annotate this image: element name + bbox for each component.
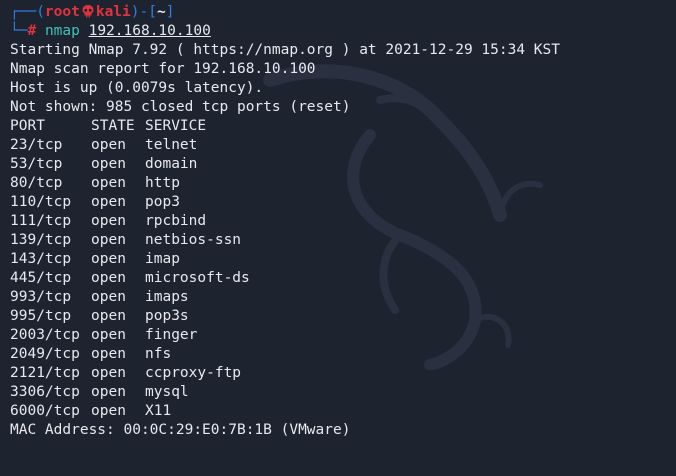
terminal-window[interactable]: ┌──(root kali)-[~] └─# nmap 192.168.10.10… bbox=[0, 0, 676, 476]
port-cell: 3306/tcp bbox=[10, 384, 80, 400]
state-cell: open bbox=[91, 308, 126, 324]
state-cell: open bbox=[91, 270, 126, 286]
state-cell: open bbox=[91, 175, 126, 191]
table-row: 143/tcp open imap bbox=[10, 250, 676, 269]
state-cell: open bbox=[91, 137, 126, 153]
service-cell: pop3s bbox=[145, 308, 189, 324]
port-cell: 23/tcp bbox=[10, 137, 63, 153]
state-cell: open bbox=[91, 289, 126, 305]
service-cell: finger bbox=[145, 327, 198, 343]
output-line: Not shown: 985 closed tcp ports (reset) bbox=[10, 99, 351, 115]
table-row: 2003/tcp open finger bbox=[10, 326, 676, 345]
table-row: 80/tcp open http bbox=[10, 174, 676, 193]
port-table-header: PORT STATE SERVICE bbox=[10, 117, 676, 136]
state-cell: open bbox=[91, 156, 126, 172]
output-line: Starting Nmap 7.92 ( https://nmap.org ) … bbox=[10, 42, 560, 58]
table-row: 2121/tcp open ccproxy-ftp bbox=[10, 364, 676, 383]
state-cell: open bbox=[91, 403, 126, 419]
prompt-close-bracket: ] bbox=[165, 4, 175, 20]
header-service: SERVICE bbox=[145, 118, 207, 134]
service-cell: netbios-ssn bbox=[145, 232, 242, 248]
service-cell: X11 bbox=[145, 403, 172, 419]
port-cell: 111/tcp bbox=[10, 213, 72, 229]
service-cell: imaps bbox=[145, 289, 189, 305]
port-cell: 995/tcp bbox=[10, 308, 72, 324]
header-state: STATE bbox=[91, 118, 135, 134]
header-port: PORT bbox=[10, 118, 45, 134]
service-cell: telnet bbox=[145, 137, 198, 153]
table-row: 110/tcp open pop3 bbox=[10, 193, 676, 212]
service-cell: http bbox=[145, 175, 180, 191]
output-line: Nmap scan report for 192.168.10.100 bbox=[10, 61, 316, 77]
state-cell: open bbox=[91, 365, 126, 381]
table-row: 111/tcp open rpcbind bbox=[10, 212, 676, 231]
service-cell: nfs bbox=[145, 346, 172, 362]
prompt-line2-prefix: └─ bbox=[10, 23, 28, 39]
service-cell: imap bbox=[145, 251, 180, 267]
port-cell: 80/tcp bbox=[10, 175, 63, 191]
prompt-line-2: └─# nmap 192.168.10.100 bbox=[10, 22, 676, 41]
prompt-dir: ~ bbox=[156, 4, 166, 20]
port-cell: 110/tcp bbox=[10, 194, 72, 210]
table-row: 53/tcp open domain bbox=[10, 155, 676, 174]
table-row: 993/tcp open imaps bbox=[10, 288, 676, 307]
table-row: 3306/tcp open mysql bbox=[10, 383, 676, 402]
service-cell: ccproxy-ftp bbox=[145, 365, 242, 381]
table-row: 445/tcp open microsoft-ds bbox=[10, 269, 676, 288]
prompt-host: kali bbox=[95, 4, 131, 20]
table-row: 6000/tcp open X11 bbox=[10, 402, 676, 421]
state-cell: open bbox=[91, 194, 126, 210]
state-cell: open bbox=[91, 232, 126, 248]
prompt-mid: )-[ bbox=[130, 4, 157, 20]
port-cell: 2121/tcp bbox=[10, 365, 80, 381]
service-cell: domain bbox=[145, 156, 198, 172]
state-cell: open bbox=[91, 384, 126, 400]
state-cell: open bbox=[91, 213, 126, 229]
prompt-open-bracket: ┌──( bbox=[10, 4, 45, 20]
service-cell: mysql bbox=[145, 384, 189, 400]
prompt-user: root bbox=[44, 4, 80, 20]
state-cell: open bbox=[91, 251, 126, 267]
port-cell: 2049/tcp bbox=[10, 346, 80, 362]
port-cell: 139/tcp bbox=[10, 232, 72, 248]
table-row: 139/tcp open netbios-ssn bbox=[10, 231, 676, 250]
port-cell: 445/tcp bbox=[10, 270, 72, 286]
port-cell: 143/tcp bbox=[10, 251, 72, 267]
port-table-body: 23/tcp open telnet 53/tcp open domain 80/tcp op… bbox=[10, 136, 676, 421]
prompt-line-1: ┌──(root kali)-[~] bbox=[10, 3, 676, 22]
table-row: 995/tcp open pop3s bbox=[10, 307, 676, 326]
command-argument: 192.168.10.100 bbox=[88, 23, 211, 39]
terminal-content: ┌──(root kali)-[~] └─# nmap 192.168.10.10… bbox=[10, 3, 676, 440]
state-cell: open bbox=[91, 346, 126, 362]
port-cell: 2003/tcp bbox=[10, 327, 80, 343]
skull-icon bbox=[82, 5, 94, 18]
command-text: nmap bbox=[44, 23, 80, 39]
prompt-hash: # bbox=[27, 23, 37, 39]
service-cell: pop3 bbox=[145, 194, 180, 210]
output-line: Host is up (0.0079s latency). bbox=[10, 80, 264, 96]
service-cell: microsoft-ds bbox=[145, 270, 250, 286]
table-row: 2049/tcp open nfs bbox=[10, 345, 676, 364]
port-cell: 6000/tcp bbox=[10, 403, 80, 419]
port-cell: 993/tcp bbox=[10, 289, 72, 305]
service-cell: rpcbind bbox=[145, 213, 207, 229]
port-cell: 53/tcp bbox=[10, 156, 63, 172]
table-row: 23/tcp open telnet bbox=[10, 136, 676, 155]
mac-address-line: MAC Address: 00:0C:29:E0:7B:1B (VMware) bbox=[10, 422, 351, 438]
state-cell: open bbox=[91, 327, 126, 343]
